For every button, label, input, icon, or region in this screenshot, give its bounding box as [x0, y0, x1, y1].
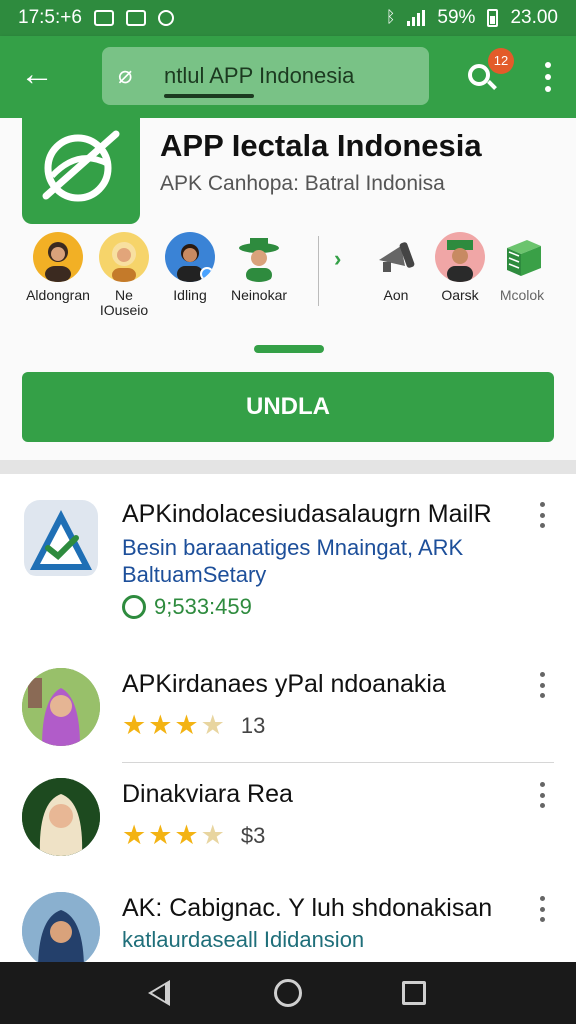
- app-list: APKindolacesiudasalaugrn MailR Besin bar…: [0, 474, 576, 962]
- search-cursor-underline: [164, 94, 254, 98]
- rating-stars: ★★★★: [122, 820, 227, 850]
- chevron-right-icon[interactable]: ›: [334, 246, 341, 272]
- search-input[interactable]: [164, 63, 414, 89]
- battery-icon: [487, 9, 499, 27]
- more-vert-icon[interactable]: [538, 62, 558, 92]
- list-item-title: AK: Cabignac. Y luh shdonakisan: [122, 894, 493, 922]
- list-divider: [122, 762, 554, 763]
- logo-icon: [42, 130, 120, 202]
- page-indicator: [254, 345, 324, 353]
- search-box[interactable]: ⌀: [102, 47, 429, 105]
- image-icon: [125, 10, 146, 26]
- download-icon: [122, 595, 146, 619]
- more-vert-icon[interactable]: [536, 672, 548, 698]
- app-subtitle: APK Canhopa: Batral Indonisa: [160, 172, 445, 195]
- avatar-label: Aldongran: [26, 287, 90, 303]
- avatar-label: Neinokar: [230, 287, 288, 303]
- bluetooth-icon: ᛒ: [385, 9, 396, 26]
- rating-stars: ★★★★: [122, 710, 227, 740]
- section-separator: [0, 460, 576, 474]
- avatar-item-4[interactable]: Aon: [370, 232, 422, 303]
- shield-check-icon: [22, 498, 100, 576]
- download-count: 9;533:459: [154, 594, 252, 619]
- avatar-label: Mcolok: [499, 287, 545, 303]
- carousel-divider: [318, 236, 319, 306]
- list-item-title: Dinakviara Rea: [122, 780, 293, 808]
- system-nav-bar: [0, 962, 576, 1024]
- nav-recents-icon[interactable]: [402, 981, 426, 1005]
- signal-icon: [407, 10, 426, 26]
- notification-badge: 12: [488, 48, 514, 74]
- rating-count: 13: [240, 712, 266, 738]
- list-item-downloads: 9;533:459: [122, 594, 252, 620]
- more-vert-icon[interactable]: [536, 896, 548, 922]
- avatar: [435, 232, 485, 282]
- install-button[interactable]: UNDLA: [22, 372, 554, 442]
- avatar: [22, 668, 100, 746]
- nav-back-icon[interactable]: [148, 980, 170, 1006]
- avatar-item-5[interactable]: Oarsk: [432, 232, 488, 303]
- avatar-label: Ne IOuseio: [99, 287, 149, 318]
- app-logo: [22, 118, 140, 224]
- avatar: [33, 232, 83, 282]
- list-item-title: APKirdanaes yPal ndoanakia: [122, 670, 446, 698]
- avatar-item-0[interactable]: Aldongran: [26, 232, 90, 303]
- avatar-label: Aon: [383, 287, 409, 303]
- battery-percent: 59%: [437, 7, 476, 28]
- more-vert-icon[interactable]: [536, 782, 548, 808]
- paperclip-icon: ⌀: [118, 62, 133, 89]
- status-time: 17:5:+6: [18, 7, 82, 28]
- avatar-carousel: Aldongran Ne IOuseio Idling Neinokar Aon: [0, 228, 576, 318]
- list-item-rating: ★★★★ 13: [122, 710, 265, 741]
- avatar: [165, 232, 215, 282]
- list-item-title: APKindolacesiudasalaugrn MailR: [122, 500, 492, 528]
- list-item-rating: ★★★★ $3: [122, 820, 265, 851]
- avatar: [99, 232, 149, 282]
- avatar-item-6[interactable]: Mcolok: [496, 232, 548, 303]
- app-title: APP Iectala Indonesia: [160, 128, 482, 163]
- avatar-label: Oarsk: [441, 287, 479, 303]
- more-vert-icon[interactable]: [536, 502, 548, 528]
- avatar-item-2[interactable]: Idling: [164, 232, 216, 303]
- avatar: [22, 892, 100, 962]
- arrow-left-icon[interactable]: ←: [20, 56, 60, 96]
- nav-home-icon[interactable]: [274, 979, 302, 1007]
- megaphone-icon: [371, 232, 421, 282]
- avatar: [22, 778, 100, 856]
- status-clock: 23.00: [510, 7, 558, 28]
- avatar-label: Idling: [173, 287, 207, 303]
- list-item-description: katlaurdaseall Ididansion: [122, 927, 365, 952]
- avatar: [234, 232, 284, 282]
- location-icon: [157, 10, 174, 26]
- box-icon: [497, 232, 547, 282]
- app-header-card: APP Iectala Indonesia APK Canhopa: Batra…: [0, 118, 576, 460]
- avatar-item-1[interactable]: Ne IOuseio: [98, 232, 150, 318]
- avatar-item-3[interactable]: Neinokar: [228, 232, 290, 303]
- app-bar: ← ⌀: [0, 36, 576, 118]
- rating-count: $3: [240, 822, 266, 848]
- status-bar: 17:5:+6 ᛒ 59% 23.00: [0, 0, 576, 36]
- mail-icon: [93, 10, 114, 26]
- list-item-description: Besin baraanatiges Mnaingat, ARK Baltuam…: [122, 535, 464, 587]
